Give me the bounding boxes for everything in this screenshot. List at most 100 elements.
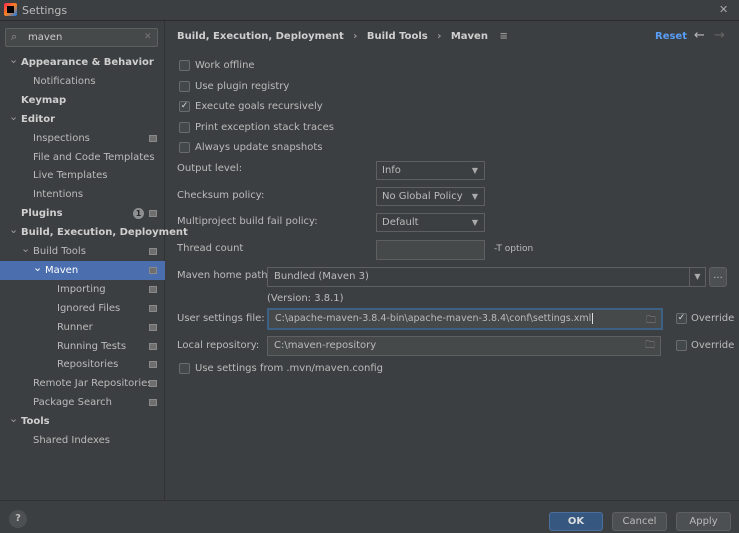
output-level-value: Info xyxy=(382,165,401,176)
settings-sidebar: ⌕ maven ✕ ⌄ Appearance & Behavior Notifica… xyxy=(0,21,188,500)
folder-icon[interactable]: 🗀 xyxy=(645,337,655,355)
sidebar-item-tools[interactable]: ⌄ Tools xyxy=(0,412,165,431)
search-input[interactable]: ⌕ maven ✕ xyxy=(5,28,158,47)
update-count-badge: 1 xyxy=(133,208,144,220)
checkbox-use-plugin-registry[interactable] xyxy=(179,80,190,92)
maven-home-value: Bundled (Maven 3) xyxy=(274,271,369,282)
user-settings-value: C:\apache-maven-3.8.4-bin\apache-maven-3… xyxy=(275,313,592,324)
checkbox-label: Print exception stack traces xyxy=(195,121,334,133)
chevron-down-icon[interactable]: ⌄ xyxy=(9,409,18,428)
chevron-down-icon[interactable]: ⌄ xyxy=(33,258,42,277)
sidebar-item-build-tools[interactable]: ⌄ Build Tools xyxy=(0,242,165,261)
output-level-dropdown[interactable]: Info ▼ xyxy=(376,161,485,180)
project-settings-icon xyxy=(149,304,157,312)
sidebar-item-live-templates[interactable]: Live Templates xyxy=(0,166,165,185)
text-cursor xyxy=(592,313,594,324)
sidebar-item-label: Importing xyxy=(57,283,106,295)
breadcrumb-separator: › xyxy=(353,31,358,42)
sidebar-item-notifications[interactable]: Notifications xyxy=(0,72,165,91)
sidebar-item-appearance-behavior[interactable]: ⌄ Appearance & Behavior xyxy=(0,53,165,72)
local-repo-input[interactable]: C:\maven-repository 🗀 xyxy=(267,336,661,356)
sidebar-item-remote-jar-repositories[interactable]: Remote Jar Repositories xyxy=(0,374,165,393)
chevron-down-icon[interactable]: ⌄ xyxy=(9,107,18,126)
apply-button[interactable]: Apply xyxy=(676,512,731,531)
breadcrumb-item[interactable]: Build Tools xyxy=(367,31,428,42)
sidebar-item-label: Runner xyxy=(57,321,93,333)
cancel-button[interactable]: Cancel xyxy=(612,512,667,531)
ok-button[interactable]: OK xyxy=(549,512,603,531)
sidebar-item-shared-indexes[interactable]: Shared Indexes xyxy=(0,431,165,450)
breadcrumb-item[interactable]: Build, Execution, Deployment xyxy=(177,31,344,42)
clear-search-icon[interactable]: ✕ xyxy=(144,32,152,42)
local-repo-override-label: Override xyxy=(691,340,735,351)
sidebar-item-label: File and Code Templates xyxy=(33,151,155,163)
checksum-policy-dropdown[interactable]: No Global Policy ▼ xyxy=(376,187,485,206)
checkbox-label: Execute goals recursively xyxy=(195,101,323,112)
breadcrumb-separator: › xyxy=(437,31,442,42)
sidebar-item-repositories[interactable]: Repositories xyxy=(0,355,165,374)
sidebar-item-keymap[interactable]: Keymap xyxy=(0,91,165,110)
sidebar-item-runner[interactable]: Runner xyxy=(0,318,165,337)
checkbox-label: Always update snapshots xyxy=(195,142,323,153)
chevron-down-icon[interactable]: ▼ xyxy=(689,268,705,286)
local-repo-label: Local repository: xyxy=(177,340,260,351)
sidebar-item-inspections[interactable]: Inspections xyxy=(0,129,165,148)
sidebar-item-intentions[interactable]: Intentions xyxy=(0,185,165,204)
sidebar-item-editor[interactable]: ⌄ Editor xyxy=(0,110,165,129)
maven-home-combobox[interactable]: Bundled (Maven 3) ▼ xyxy=(267,267,706,287)
sidebar-item-label: Notifications xyxy=(33,75,96,87)
project-settings-icon xyxy=(149,266,157,274)
sidebar-item-importing[interactable]: Importing xyxy=(0,280,165,299)
user-settings-override-checkbox[interactable]: ✓ xyxy=(676,313,687,324)
close-icon[interactable]: ✕ xyxy=(719,3,728,16)
sidebar-item-label: Keymap xyxy=(21,94,67,106)
dialog-footer: ? OK Cancel Apply xyxy=(0,500,739,533)
checkbox-work-offline[interactable] xyxy=(179,60,190,71)
help-button[interactable]: ? xyxy=(9,510,27,528)
folder-icon[interactable]: 🗀 xyxy=(646,312,656,330)
sidebar-item-maven[interactable]: ⌄ Maven xyxy=(0,258,165,280)
checkbox-label: Work offline xyxy=(195,60,255,71)
page-menu-icon[interactable]: ≡ xyxy=(499,31,507,42)
output-level-label: Output level: xyxy=(177,163,243,174)
project-settings-icon xyxy=(149,399,157,407)
thread-count-hint: -T option xyxy=(494,244,534,254)
sidebar-item-file-and-code-templates[interactable]: File and Code Templates xyxy=(0,148,165,167)
chevron-down-icon[interactable]: ⌄ xyxy=(9,50,18,69)
project-settings-icon xyxy=(149,134,157,142)
fail-policy-label: Multiproject build fail policy: xyxy=(177,216,318,227)
forward-arrow-icon[interactable]: → xyxy=(714,28,725,43)
sidebar-item-label: Plugins xyxy=(21,208,63,220)
project-settings-icon xyxy=(149,285,157,293)
checkbox-always-update-snapshots[interactable] xyxy=(179,142,190,153)
local-repo-override-checkbox[interactable] xyxy=(676,340,687,351)
fail-policy-dropdown[interactable]: Default ▼ xyxy=(376,213,485,232)
app-logo-icon xyxy=(4,3,17,16)
checkbox-print-exception-stack-traces[interactable] xyxy=(179,121,190,133)
search-value: maven xyxy=(28,32,63,43)
user-settings-file-input[interactable]: C:\apache-maven-3.8.4-bin\apache-maven-3… xyxy=(267,308,663,330)
chevron-down-icon: ▼ xyxy=(471,192,478,201)
sidebar-item-label: Running Tests xyxy=(57,340,127,352)
sidebar-item-plugins[interactable]: Plugins 1 xyxy=(0,204,165,223)
sidebar-item-label: Live Templates xyxy=(33,170,108,182)
sidebar-item-package-search[interactable]: Package Search xyxy=(0,393,165,412)
user-settings-override-label: Override xyxy=(691,313,735,324)
chevron-down-icon: ▼ xyxy=(471,166,478,175)
browse-maven-home-button[interactable]: ... xyxy=(709,267,727,287)
sidebar-item-label: Appearance & Behavior xyxy=(21,57,154,68)
sidebar-item-running-tests[interactable]: Running Tests xyxy=(0,337,165,356)
chevron-down-icon[interactable]: ⌄ xyxy=(9,220,18,239)
project-settings-icon xyxy=(149,248,157,255)
back-arrow-icon[interactable]: ← xyxy=(694,28,705,43)
checkbox-execute-goals-recursively[interactable]: ✓ xyxy=(179,101,190,112)
title-bar: Settings ✕ xyxy=(0,0,739,21)
mvn-config-checkbox[interactable] xyxy=(179,363,190,374)
reset-link[interactable]: Reset xyxy=(655,31,687,42)
sidebar-item-ignored-files[interactable]: Ignored Files xyxy=(0,299,165,318)
project-settings-icon xyxy=(149,323,157,331)
thread-count-input[interactable] xyxy=(376,240,485,260)
breadcrumb: Build, Execution, Deployment › Build Too… xyxy=(177,31,508,42)
chevron-down-icon[interactable]: ⌄ xyxy=(21,239,30,258)
checksum-policy-label: Checksum policy: xyxy=(177,190,265,201)
